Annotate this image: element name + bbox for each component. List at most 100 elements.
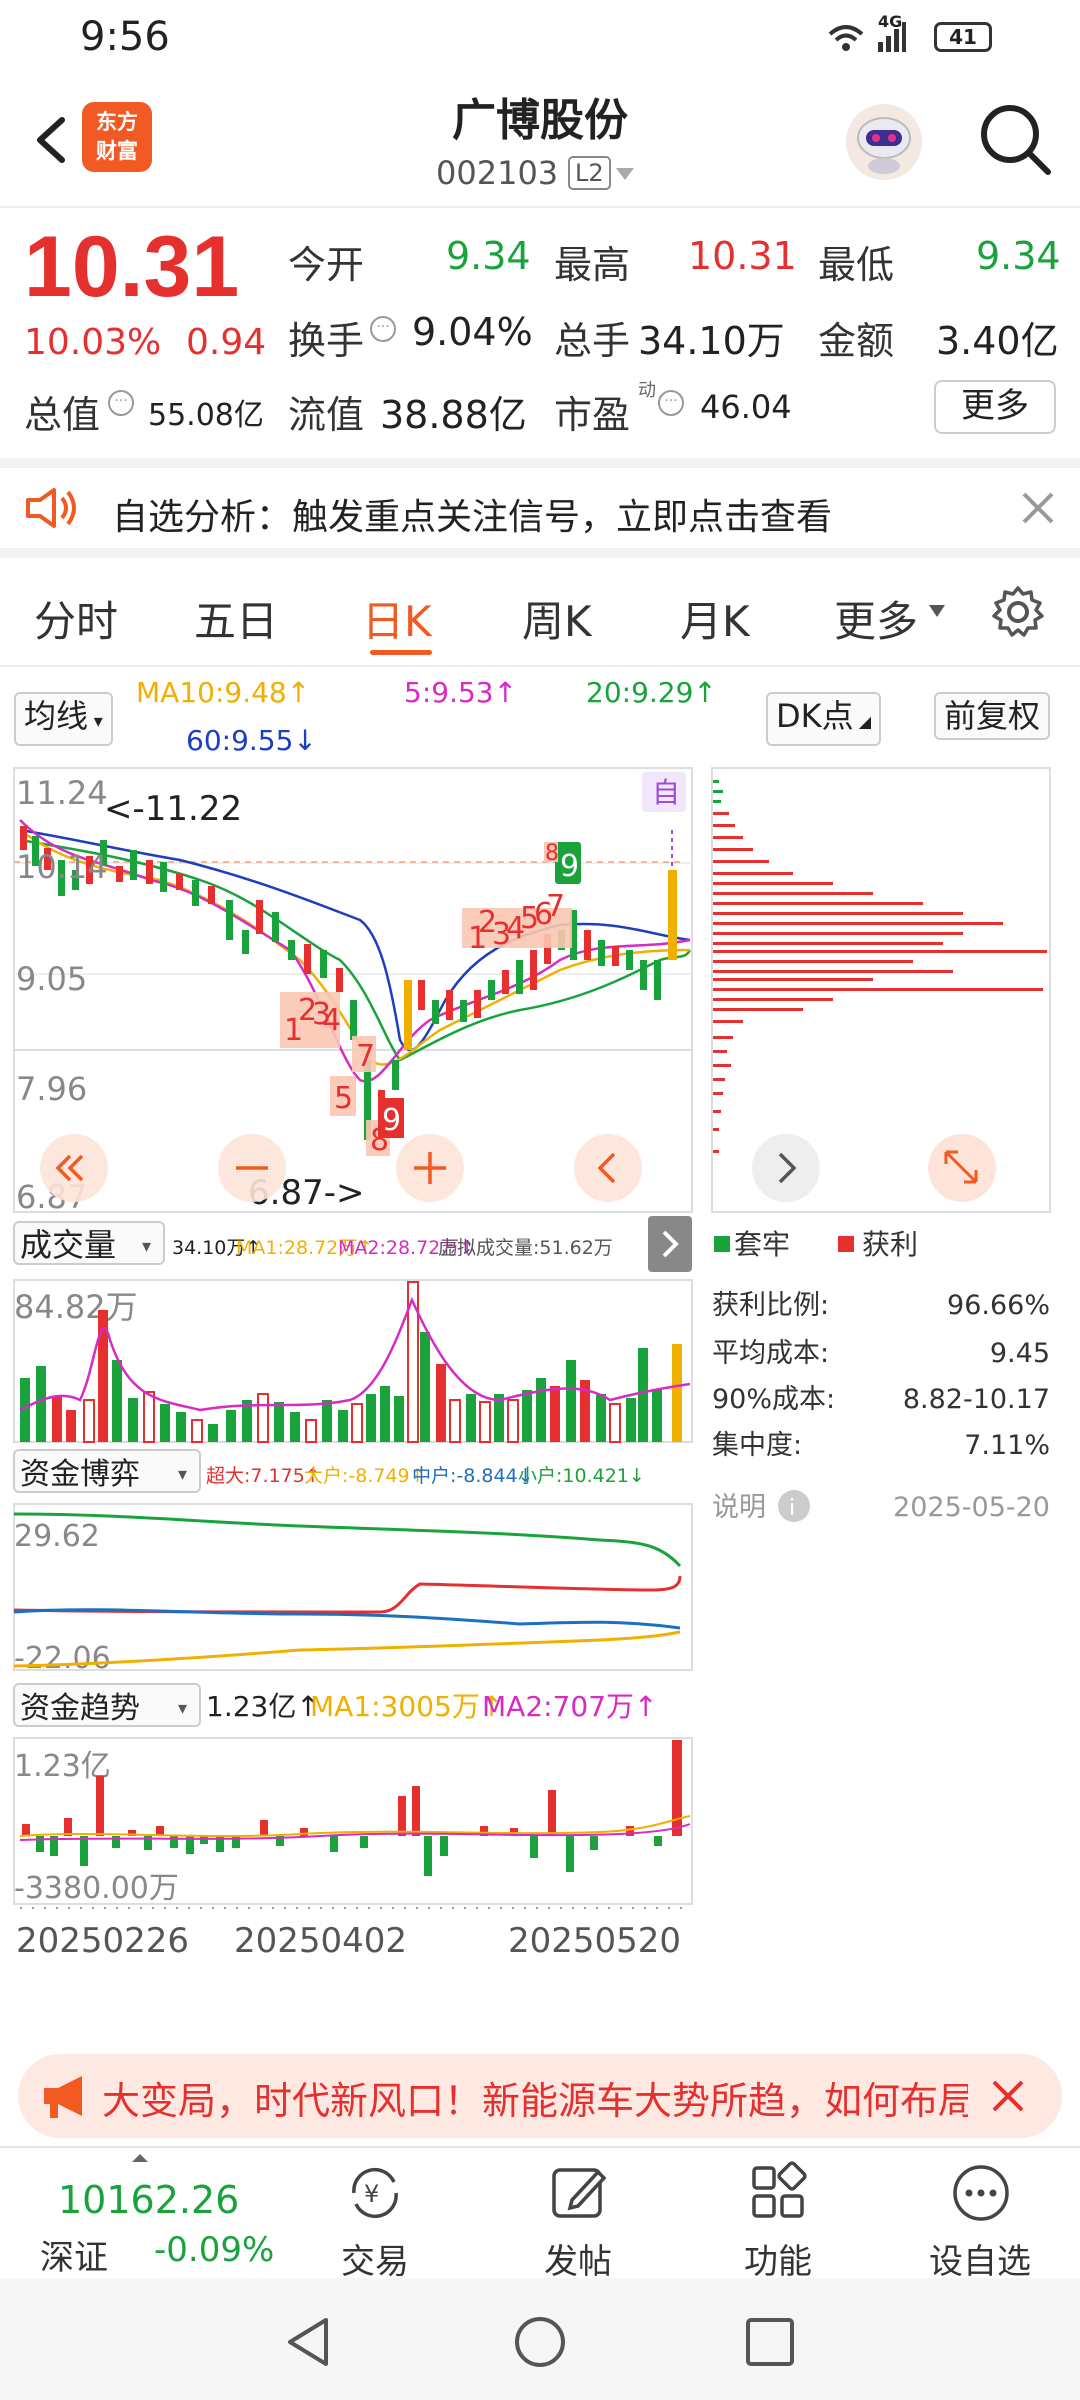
ma-selector[interactable]: 均线 ▾ bbox=[14, 692, 113, 746]
megaphone-icon bbox=[44, 2076, 82, 2118]
info-icon[interactable]: ··· bbox=[108, 390, 134, 416]
trade-icon[interactable]: ¥ bbox=[342, 2160, 408, 2226]
tab-intraday[interactable]: 分时 bbox=[34, 588, 118, 649]
dropdown-caret-icon bbox=[929, 605, 945, 617]
fund-trend-ma1: MA1:3005万↑ bbox=[310, 1690, 503, 1723]
super-fund-line bbox=[13, 1575, 682, 1614]
info-icon[interactable]: ··· bbox=[658, 390, 684, 416]
avg-cost-value: 9.45 bbox=[990, 1338, 1050, 1369]
more-button[interactable]: 更多 bbox=[934, 380, 1056, 434]
svg-text:¥: ¥ bbox=[364, 2180, 379, 2208]
ma-selector-label: 均线 bbox=[24, 697, 89, 735]
speaker-icon bbox=[26, 488, 76, 528]
chip-next-button[interactable] bbox=[752, 1134, 820, 1202]
alert-bar[interactable]: 自选分析：触发重点关注信号，立即点击查看 bbox=[0, 458, 1080, 558]
pe-label: 市盈 bbox=[554, 393, 631, 437]
caret-up-icon bbox=[132, 2154, 148, 2162]
tab-more[interactable]: 更多 bbox=[834, 588, 918, 649]
pe-value: 46.04 bbox=[700, 388, 792, 426]
fund-game-y-bottom: -22.06 bbox=[14, 1641, 111, 1676]
adjust-right-button[interactable]: 前复权 bbox=[934, 692, 1051, 740]
small-fund-line bbox=[13, 1512, 682, 1568]
y-axis-top: 11.24 bbox=[16, 774, 108, 812]
ma5-value: 5:9.53↑ bbox=[404, 676, 518, 709]
index-change[interactable]: -0.09% bbox=[154, 2230, 274, 2270]
profit-ratio-value: 96.66% bbox=[947, 1290, 1050, 1321]
x-axis-date-3: 20250520 bbox=[508, 1921, 681, 1961]
more-dots-icon[interactable] bbox=[948, 2160, 1014, 2226]
dropdown-caret-icon[interactable] bbox=[614, 166, 636, 182]
x-axis-date-1: 20250226 bbox=[16, 1921, 189, 1961]
mktcap-value: 55.08亿 bbox=[148, 398, 264, 433]
volume-selector-label: 成交量 bbox=[20, 1226, 116, 1264]
index-name[interactable]: 深证 bbox=[40, 2230, 108, 2279]
stock-name: 广博股份 bbox=[452, 95, 628, 146]
system-recents-icon[interactable] bbox=[744, 2316, 796, 2368]
turnover-value: 9.04% bbox=[412, 310, 533, 354]
low-label: 最低 bbox=[818, 243, 895, 287]
big-fund-line bbox=[13, 1630, 681, 1668]
fund-big: 大户:-8.749↑ bbox=[304, 1465, 426, 1487]
panel-expand-button[interactable] bbox=[648, 1216, 692, 1272]
nav-add-watchlist[interactable]: 设自选 bbox=[920, 2234, 1040, 2283]
nav-post[interactable]: 发帖 bbox=[518, 2234, 638, 2283]
nav-trade[interactable]: 交易 bbox=[315, 2234, 435, 2283]
change-percent: 10.03% bbox=[24, 322, 162, 363]
system-back-icon[interactable] bbox=[282, 2314, 334, 2370]
float-cap-value: 38.88亿 bbox=[380, 393, 527, 437]
back-arrow-icon[interactable] bbox=[22, 100, 82, 180]
fund-trend-bars bbox=[22, 1740, 682, 1876]
open-label: 今开 bbox=[288, 243, 365, 287]
info-glyph: i bbox=[789, 1496, 795, 1521]
amount-value: 3.40亿 bbox=[936, 319, 1059, 363]
pe-sup: 动 bbox=[638, 380, 656, 401]
y-axis-4: 7.96 bbox=[16, 1070, 87, 1108]
search-icon[interactable] bbox=[976, 100, 1056, 180]
dropdown-caret-icon: ▾ bbox=[178, 1464, 187, 1485]
kline-chart[interactable]: 11.24 10.14 9.05 7.96 6.87 <-11.22 6.87-… bbox=[0, 760, 1080, 1990]
gear-icon[interactable] bbox=[990, 584, 1046, 640]
signal-c-7: 7 bbox=[546, 889, 565, 924]
tab-weekly-k[interactable]: 周K bbox=[522, 588, 592, 649]
virtual-volume: 虚拟成交量:51.62万 bbox=[438, 1237, 613, 1259]
step-back-button[interactable] bbox=[574, 1134, 642, 1202]
robot-assistant-icon[interactable] bbox=[842, 100, 926, 184]
stock-code[interactable]: 002103 bbox=[436, 154, 558, 192]
legend-trapped-swatch bbox=[714, 1236, 730, 1252]
promo-banner[interactable]: 大变局，时代新风口！新能源车大势所趋，如何布局 bbox=[18, 2054, 1062, 2138]
legend-trapped: 套牢 bbox=[734, 1228, 790, 1261]
level2-badge[interactable]: L2 bbox=[568, 156, 611, 190]
close-icon[interactable] bbox=[1020, 490, 1056, 526]
nav-function[interactable]: 功能 bbox=[718, 2234, 838, 2283]
index-value[interactable]: 10162.26 bbox=[58, 2178, 239, 2222]
fund-trend-selector-label: 资金趋势 bbox=[20, 1691, 140, 1726]
fund-trend-y-bottom: -3380.00万 bbox=[14, 1871, 179, 1906]
cost90-label: 90%成本: bbox=[712, 1384, 835, 1415]
signal-b-9: 9 bbox=[382, 1103, 401, 1138]
high-value: 10.31 bbox=[688, 234, 797, 278]
ma20-value: 20:9.29↑ bbox=[586, 676, 717, 709]
close-icon[interactable] bbox=[988, 2076, 1028, 2116]
y-axis-3: 9.05 bbox=[16, 960, 87, 998]
fast-back-button[interactable] bbox=[40, 1134, 108, 1202]
system-home-icon[interactable] bbox=[512, 2314, 568, 2370]
note-label[interactable]: 说明 bbox=[712, 1492, 766, 1523]
dk-point-button[interactable]: DK点 ◢ bbox=[766, 692, 882, 746]
tab-monthly-k[interactable]: 月K bbox=[680, 588, 750, 649]
fund-small: 小户:10.421↓ bbox=[518, 1465, 645, 1487]
ma60-value: 60:9.55↓ bbox=[186, 724, 317, 757]
post-icon[interactable] bbox=[546, 2160, 612, 2226]
turnover-label: 换手 bbox=[288, 319, 365, 363]
signal-a-4: 4 bbox=[322, 1003, 341, 1038]
function-grid-icon[interactable] bbox=[746, 2160, 812, 2226]
chip-distribution-bars bbox=[713, 780, 1047, 1153]
tab-five-day[interactable]: 五日 bbox=[194, 588, 278, 649]
chip-date: 2025-05-20 bbox=[893, 1492, 1050, 1523]
signal-d-1: 8 bbox=[545, 841, 559, 866]
info-icon[interactable]: ··· bbox=[370, 316, 396, 342]
amount-label: 金额 bbox=[818, 319, 895, 363]
tab-daily-k[interactable]: 日K bbox=[362, 588, 432, 649]
high-label: 最高 bbox=[554, 243, 631, 287]
high-marker: <-11.22 bbox=[104, 789, 242, 829]
banner-text: 大变局，时代新风口！新能源车大势所趋，如何布局 bbox=[102, 2079, 977, 2123]
